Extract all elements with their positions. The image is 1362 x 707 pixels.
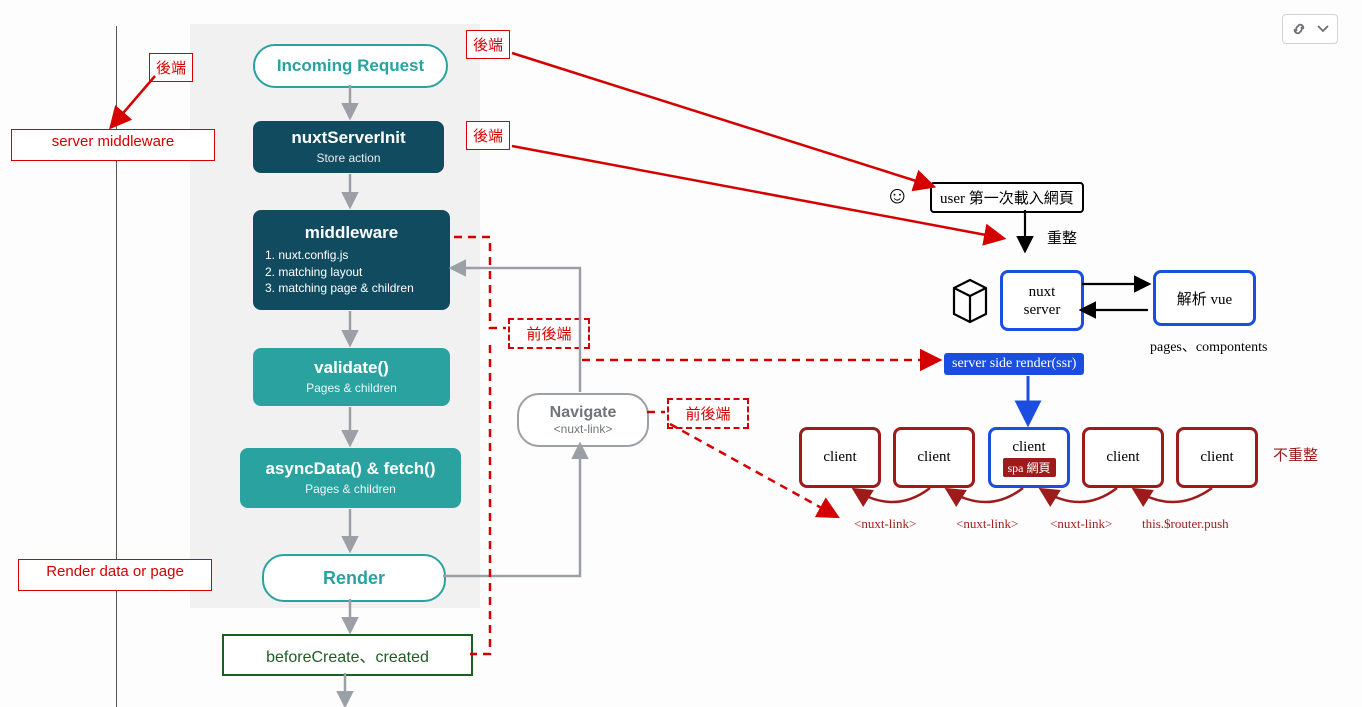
- server-cube-icon: [946, 274, 990, 324]
- badge-ssr: server side render(ssr): [944, 353, 1084, 375]
- node-title: asyncData() & fetch(): [265, 459, 435, 479]
- label-reload: 重整: [1047, 227, 1077, 248]
- annotation-front-back: 前後端: [667, 398, 749, 429]
- middleware-item: 2. matching layout: [265, 264, 414, 281]
- label-pages-components: pages、compontents: [1150, 336, 1267, 356]
- smiley-icon: ☺: [885, 183, 910, 210]
- chevron-down-icon[interactable]: [1317, 23, 1329, 35]
- middleware-list: 1. nuxt.config.js 2. matching layout 3. …: [265, 247, 414, 297]
- box-client: client: [1082, 427, 1164, 488]
- node-sub: Pages & children: [305, 481, 396, 497]
- label-nuxt-link: <nuxt-link>: [854, 516, 916, 532]
- node-nuxt-server-init: nuxtServerInit Store action: [253, 121, 444, 173]
- link-icon[interactable]: [1291, 21, 1307, 37]
- middleware-item: 3. matching page & children: [265, 280, 414, 297]
- label-nuxt-link: <nuxt-link>: [956, 516, 1018, 532]
- label-no-reload: 不重整: [1273, 444, 1318, 465]
- box-client-spa: client spa 網頁: [988, 427, 1070, 488]
- middleware-item: 1. nuxt.config.js: [265, 247, 414, 264]
- annotation-backend: 後端: [466, 30, 510, 59]
- box-client: client: [799, 427, 881, 488]
- annotation-render-data-or-page: Render data or page: [18, 559, 212, 591]
- node-sub: Store action: [316, 150, 380, 166]
- node-incoming-request: Incoming Request: [253, 44, 448, 88]
- node-sub: <nuxt-link>: [554, 422, 613, 436]
- box-client: client: [893, 427, 975, 488]
- node-navigate: Navigate <nuxt-link>: [517, 393, 649, 447]
- node-title: nuxtServerInit: [291, 128, 405, 148]
- node-validate: validate() Pages & children: [253, 348, 450, 406]
- node-sub: Pages & children: [306, 380, 397, 396]
- node-title: validate(): [314, 358, 389, 378]
- node-async-fetch: asyncData() & fetch() Pages & children: [240, 448, 461, 508]
- toolbar[interactable]: [1282, 14, 1338, 44]
- label-nuxt-link: <nuxt-link>: [1050, 516, 1112, 532]
- annotation-backend: 後端: [149, 53, 193, 82]
- flow-panel: [190, 24, 480, 608]
- box-parse-vue: 解析 vue: [1153, 270, 1256, 326]
- annotation-server-middleware: server middleware: [11, 129, 215, 161]
- box-client: client: [1176, 427, 1258, 488]
- box-nuxt-server: nuxt server: [1000, 270, 1084, 331]
- node-title: middleware: [305, 223, 399, 243]
- badge-spa: spa 網頁: [1003, 458, 1056, 477]
- node-title: Navigate: [550, 404, 617, 422]
- box-user-first-load: user 第一次載入網頁: [930, 182, 1084, 213]
- node-lifecycle-hooks: beforeCreate、created: [222, 634, 473, 676]
- node-middleware: middleware 1. nuxt.config.js 2. matching…: [253, 210, 450, 310]
- annotation-backend: 後端: [466, 121, 510, 150]
- label-router-push: this.$router.push: [1142, 516, 1229, 532]
- annotation-front-back: 前後端: [508, 318, 590, 349]
- node-render: Render: [262, 554, 446, 602]
